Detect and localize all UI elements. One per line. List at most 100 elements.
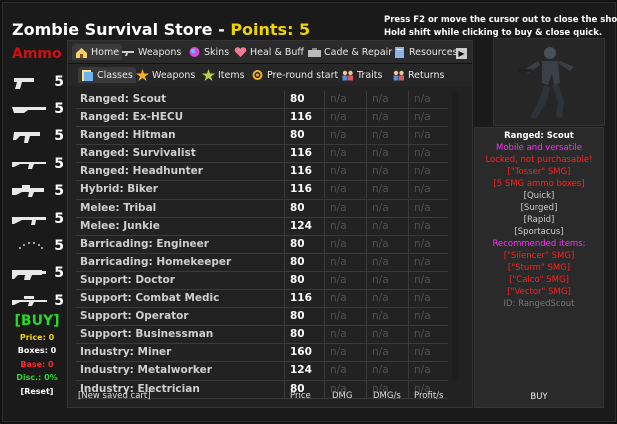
class-list: Ranged: Scout 80 n/a n/a n/a Ranged: Ex-HECU 1…: [76, 91, 448, 399]
class-row[interactable]: Industry: Miner 160 n/a n/a n/a: [76, 344, 448, 363]
column-divider: [408, 145, 409, 163]
class-name: Ranged: Hitman: [80, 129, 176, 142]
info-recommended-title: Recommended items:: [492, 239, 586, 249]
column-divider: [284, 235, 285, 253]
class-row[interactable]: Support: Doctor 80 n/a n/a n/a: [76, 271, 448, 291]
class-row[interactable]: Melee: Tribal 80 n/a n/a n/a: [76, 199, 448, 218]
items-icon: [202, 69, 215, 81]
tab-home[interactable]: Home: [72, 44, 123, 60]
tab-label: Heal & Buff: [250, 46, 304, 58]
tab-cade-repair[interactable]: Cade & Repair: [308, 44, 392, 60]
class-profit: n/a: [414, 346, 431, 359]
class-price: 124: [290, 364, 312, 377]
column-divider: [408, 109, 409, 127]
subtab-pre-round-start[interactable]: Pre-round start: [251, 67, 338, 83]
buy-class-button[interactable]: BUY: [475, 391, 603, 403]
class-dmg: n/a: [330, 364, 347, 377]
class-dmg: n/a: [330, 201, 347, 214]
class-profit: n/a: [414, 219, 431, 232]
column-divider: [366, 380, 367, 398]
class-row[interactable]: Support: Businessman 80 n/a n/a n/a: [76, 326, 448, 345]
tab-skins[interactable]: Skins: [188, 44, 229, 60]
class-price: 80: [290, 129, 305, 142]
star-icon: [136, 69, 149, 81]
home-icon: [76, 48, 87, 58]
tab-heal-buff[interactable]: Heal & Buff: [234, 44, 304, 60]
subtab-weapons[interactable]: Weapons: [136, 67, 195, 83]
close-hint: Press F2 or move the cursor out to close…: [384, 14, 617, 40]
subtab-label: Returns: [408, 69, 445, 81]
class-row[interactable]: Ranged: Ex-HECU 116 n/a n/a n/a: [76, 109, 448, 128]
column-profit: Profit/s: [414, 391, 444, 401]
column-divider: [366, 235, 367, 253]
ammo-count: 5: [54, 183, 64, 200]
ammo-count: 5: [54, 238, 64, 255]
subtab-returns[interactable]: Returns: [392, 67, 444, 83]
class-dmgs: n/a: [372, 219, 389, 232]
class-row[interactable]: Melee: Junkie 124 n/a n/a n/a: [76, 217, 448, 236]
ammo-count: 5: [54, 73, 64, 90]
subtab-traits[interactable]: Traits: [341, 67, 382, 83]
new-saved-cart-button[interactable]: [New saved cart]: [78, 391, 151, 401]
column-divider: [408, 199, 409, 217]
ammo-row[interactable]: 5: [10, 260, 66, 287]
class-dmgs: n/a: [372, 292, 389, 305]
tabs-scroll-right-icon[interactable]: ▶: [456, 48, 467, 59]
column-divider: [324, 344, 325, 362]
info-perk-2: [Surged]: [520, 203, 558, 213]
subtab-items[interactable]: Items: [202, 67, 245, 83]
ammo-row[interactable]: 5: [10, 232, 66, 259]
class-row[interactable]: Ranged: Headhunter 116 n/a n/a n/a: [76, 163, 448, 182]
class-dmg: n/a: [330, 129, 347, 142]
info-gives-1: ["Tosser" SMG]: [507, 167, 571, 177]
class-dmgs: n/a: [372, 129, 389, 142]
class-row[interactable]: Barricading: Engineer 80 n/a n/a n/a: [76, 235, 448, 254]
subtab-classes[interactable]: Classes: [78, 67, 136, 83]
class-row[interactable]: Ranged: Survivalist 116 n/a n/a n/a: [76, 145, 448, 164]
subtab-label: Pre-round start: [267, 69, 339, 81]
tab-resources[interactable]: Resources: [393, 44, 458, 60]
class-row[interactable]: Barricading: Homekeeper 80 n/a n/a n/a: [76, 253, 448, 272]
list-scrollbar[interactable]: [452, 91, 459, 381]
class-price: 116: [290, 292, 312, 305]
column-divider: [284, 344, 285, 362]
column-divider: [284, 217, 285, 235]
column-divider: [408, 127, 409, 145]
info-recommended-4: ["Vector" SMG]: [507, 287, 571, 297]
ammo-row[interactable]: 5: [10, 68, 66, 95]
class-dmg: n/a: [330, 93, 347, 105]
reset-button[interactable]: [Reset]: [8, 385, 66, 399]
ammo-row[interactable]: 5: [10, 205, 66, 232]
class-profit: n/a: [414, 237, 431, 250]
class-price: 80: [290, 328, 305, 341]
ammo-boxes: Boxes: 0: [17, 346, 57, 355]
ammo-count: 5: [54, 101, 64, 118]
column-divider: [284, 326, 285, 344]
info-recommended-2: ["Sturm" SMG]: [507, 263, 571, 273]
ammo-row[interactable]: 5: [10, 95, 66, 122]
class-row[interactable]: Hybrid: Biker 116 n/a n/a n/a: [76, 181, 448, 200]
class-row[interactable]: Support: Operator 80 n/a n/a n/a: [76, 308, 448, 327]
class-price: 80: [290, 255, 305, 268]
ammo-row[interactable]: 5: [10, 287, 66, 314]
class-row[interactable]: Ranged: Hitman 80 n/a n/a n/a: [76, 127, 448, 146]
ammo-row[interactable]: 5: [10, 123, 66, 150]
class-row[interactable]: Support: Combat Medic 116 n/a n/a n/a: [76, 290, 448, 309]
class-dmgs: n/a: [372, 328, 389, 341]
class-row[interactable]: Industry: Metalworker 124 n/a n/a n/a: [76, 362, 448, 381]
ammo-row[interactable]: 5: [10, 150, 66, 177]
ammo-row[interactable]: 5: [10, 178, 66, 205]
tab-weapons[interactable]: Weapons: [122, 44, 181, 60]
column-divider: [366, 217, 367, 235]
class-row[interactable]: Ranged: Scout 80 n/a n/a n/a: [76, 91, 448, 110]
column-divider: [366, 145, 367, 163]
class-profit: n/a: [414, 129, 431, 142]
column-divider: [366, 109, 367, 127]
column-divider: [324, 326, 325, 344]
heavy-gun-icon: [12, 270, 46, 281]
class-profit: n/a: [414, 328, 431, 341]
class-price: 80: [290, 310, 305, 323]
buy-ammo-button[interactable]: [BUY]: [8, 314, 66, 329]
class-price: 80: [290, 201, 305, 214]
column-divider: [408, 290, 409, 308]
